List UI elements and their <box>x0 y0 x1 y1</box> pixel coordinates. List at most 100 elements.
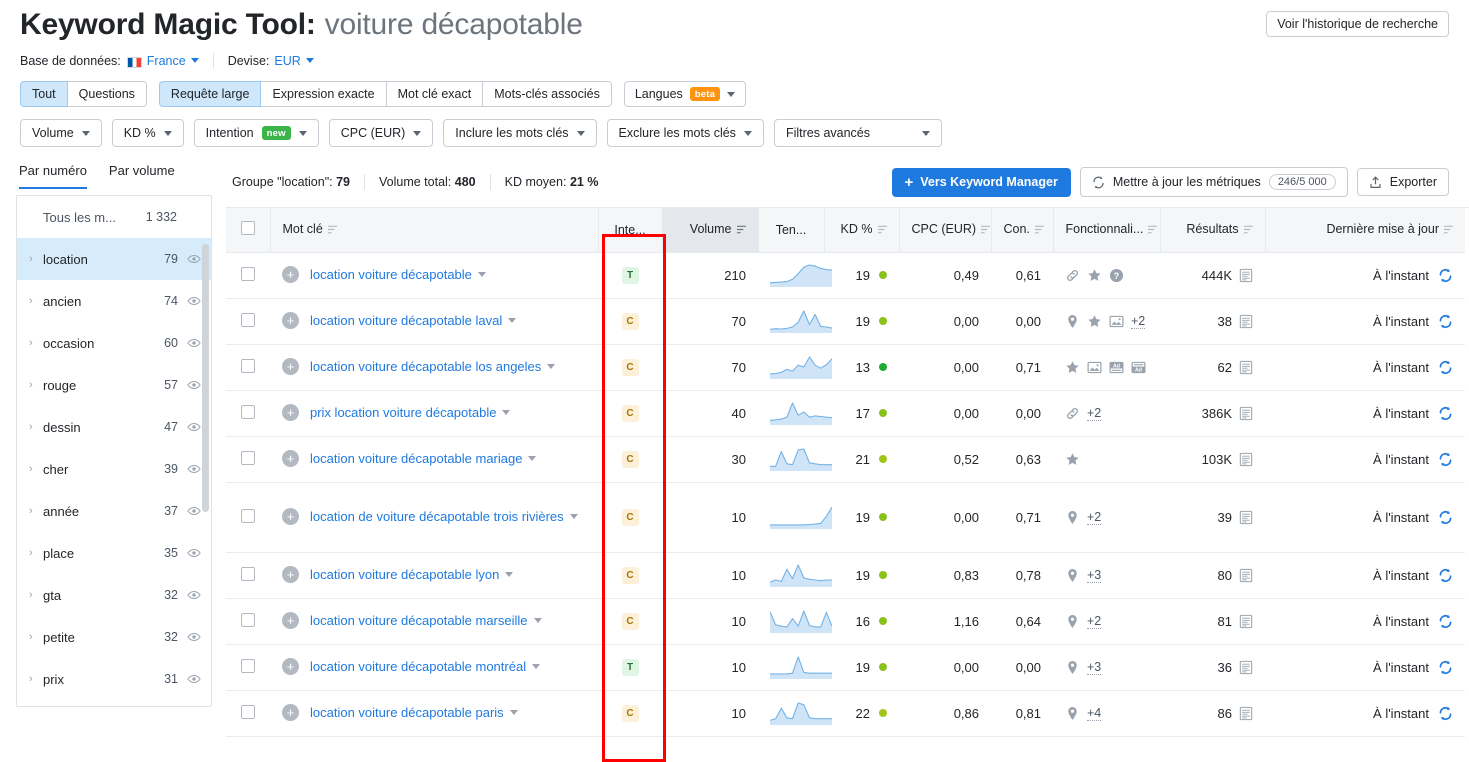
eye-icon[interactable] <box>187 462 201 476</box>
col-header-updated[interactable]: Dernière mise à jour <box>1265 208 1465 253</box>
sidebar-scrollbar[interactable] <box>202 244 209 512</box>
intent-badge[interactable]: C <box>621 567 639 584</box>
serp-document-icon[interactable] <box>1239 510 1253 525</box>
tab-tout[interactable]: Tout <box>20 81 68 107</box>
serp-document-icon[interactable] <box>1239 706 1253 721</box>
sidebar-item-location[interactable]: › location 79 <box>17 238 211 280</box>
keyword-menu-icon[interactable] <box>569 514 578 520</box>
add-keyword-icon[interactable]: + <box>282 404 299 422</box>
map-pin-icon[interactable] <box>1065 706 1080 721</box>
intent-badge[interactable]: T <box>621 659 639 676</box>
chevron-right-icon[interactable]: › <box>29 295 43 307</box>
add-keyword-icon[interactable]: + <box>282 612 299 630</box>
question-icon[interactable]: ? <box>1109 268 1124 283</box>
add-keyword-icon[interactable]: + <box>282 566 299 584</box>
filter-volume[interactable]: Volume <box>20 119 102 147</box>
keyword-menu-icon[interactable] <box>505 572 514 578</box>
ad-bottom-icon[interactable]: Ad <box>1131 360 1146 375</box>
row-checkbox[interactable] <box>241 658 255 673</box>
chevron-right-icon[interactable]: › <box>29 337 43 349</box>
refresh-icon[interactable] <box>1438 406 1453 421</box>
map-pin-icon[interactable] <box>1065 510 1080 525</box>
star-icon[interactable] <box>1065 360 1080 375</box>
tab-mot-cle-exact[interactable]: Mot clé exact <box>385 81 484 107</box>
eye-icon-wrap[interactable] <box>187 504 201 518</box>
map-pin-icon[interactable] <box>1065 314 1080 329</box>
filter-intention[interactable]: Intention new <box>193 119 319 147</box>
search-history-button[interactable]: Voir l'historique de recherche <box>1266 11 1449 37</box>
keyword-menu-icon[interactable] <box>509 710 518 716</box>
currency-value[interactable]: EUR <box>274 54 300 68</box>
eye-icon-wrap[interactable] <box>187 378 201 392</box>
chevron-right-icon[interactable]: › <box>29 547 43 559</box>
features-more[interactable]: +4 <box>1087 706 1102 721</box>
eye-icon[interactable] <box>187 630 201 644</box>
intent-badge[interactable]: C <box>621 359 639 376</box>
keyword-link[interactable]: prix location voiture décapotable <box>310 405 496 420</box>
serp-document-icon[interactable] <box>1239 360 1253 375</box>
sidebar-item-place[interactable]: › place 35 <box>17 532 211 574</box>
eye-icon-wrap[interactable] <box>187 630 201 644</box>
add-keyword-icon[interactable]: + <box>282 358 299 376</box>
features-more[interactable]: +3 <box>1087 568 1102 583</box>
update-metrics-button[interactable]: Mettre à jour les métriques 246/5 000 <box>1079 167 1348 197</box>
col-header-trend[interactable]: Ten... <box>758 208 825 253</box>
features-more[interactable]: +2 <box>1087 614 1102 629</box>
filter-exclude-keywords[interactable]: Exclure les mots clés <box>606 119 764 147</box>
table-row[interactable]: + location voiture décapotable los angele… <box>226 344 1465 391</box>
features-more[interactable]: +2 <box>1131 314 1146 329</box>
ad-top-icon[interactable]: Ad <box>1109 360 1124 375</box>
refresh-icon[interactable] <box>1438 360 1453 375</box>
tab-mots-cles-associes[interactable]: Mots-clés associés <box>482 81 612 107</box>
languages-dropdown[interactable]: Langues beta <box>623 81 747 107</box>
filter-advanced[interactable]: Filtres avancés <box>773 119 942 147</box>
keyword-menu-icon[interactable] <box>508 318 517 324</box>
table-row[interactable]: + location voiture décapotable montréal T 1… <box>226 644 1465 691</box>
serp-document-icon[interactable] <box>1239 314 1253 329</box>
tab-expression-exacte[interactable]: Expression exacte <box>260 81 387 107</box>
keyword-link[interactable]: location voiture décapotable los angeles <box>310 359 541 374</box>
sidebar-tab-par-numero[interactable]: Par numéro <box>19 163 87 189</box>
table-row[interactable]: + location de voiture décapotable trois r… <box>226 482 1465 553</box>
eye-icon-wrap[interactable] <box>187 462 201 476</box>
filter-include-keywords[interactable]: Inclure les mots clés <box>443 119 597 147</box>
star-icon[interactable] <box>1065 452 1080 467</box>
serp-document-icon[interactable] <box>1239 614 1253 629</box>
row-checkbox[interactable] <box>241 358 255 373</box>
keyword-link[interactable]: location voiture décapotable marseille <box>310 613 528 628</box>
chevron-right-icon[interactable]: › <box>29 253 43 265</box>
eye-icon-wrap[interactable] <box>187 420 201 434</box>
keyword-link[interactable]: location voiture décapotable paris <box>310 705 504 720</box>
row-checkbox[interactable] <box>241 404 255 419</box>
eye-icon-wrap[interactable] <box>187 588 201 602</box>
tab-questions[interactable]: Questions <box>66 81 147 107</box>
eye-icon-wrap[interactable] <box>187 672 201 686</box>
eye-icon[interactable] <box>187 294 201 308</box>
table-row[interactable]: + prix location voiture décapotable C 40 17 0… <box>226 390 1465 437</box>
map-pin-icon[interactable] <box>1065 660 1080 675</box>
keyword-menu-icon[interactable] <box>502 410 511 416</box>
chevron-right-icon[interactable]: › <box>29 673 43 685</box>
eye-icon-wrap[interactable] <box>187 546 201 560</box>
col-header-results[interactable]: Résultats <box>1160 208 1266 253</box>
keyword-menu-icon[interactable] <box>547 364 556 370</box>
refresh-icon[interactable] <box>1438 660 1453 675</box>
eye-icon-wrap[interactable] <box>187 252 201 266</box>
col-header-intent[interactable]: Inte... <box>598 208 663 253</box>
table-row[interactable]: + location voiture décapotable mariage C 30… <box>226 436 1465 483</box>
serp-document-icon[interactable] <box>1239 406 1253 421</box>
row-checkbox[interactable] <box>241 612 255 627</box>
table-row[interactable]: + location voiture décapotable T 210 19 0,49 0… <box>226 252 1465 299</box>
sidebar-item-rouge[interactable]: › rouge 57 <box>17 364 211 406</box>
intent-badge[interactable]: C <box>621 313 639 330</box>
refresh-icon[interactable] <box>1438 268 1453 283</box>
eye-icon-wrap[interactable] <box>187 336 201 350</box>
eye-icon[interactable] <box>187 336 201 350</box>
vers-keyword-manager-button[interactable]: + Vers Keyword Manager <box>891 167 1071 197</box>
eye-icon[interactable] <box>187 504 201 518</box>
refresh-icon[interactable] <box>1438 510 1453 525</box>
link-icon[interactable] <box>1065 268 1080 283</box>
keyword-link[interactable]: location voiture décapotable laval <box>310 313 502 328</box>
image-icon[interactable] <box>1109 314 1124 329</box>
keyword-menu-icon[interactable] <box>477 272 486 278</box>
